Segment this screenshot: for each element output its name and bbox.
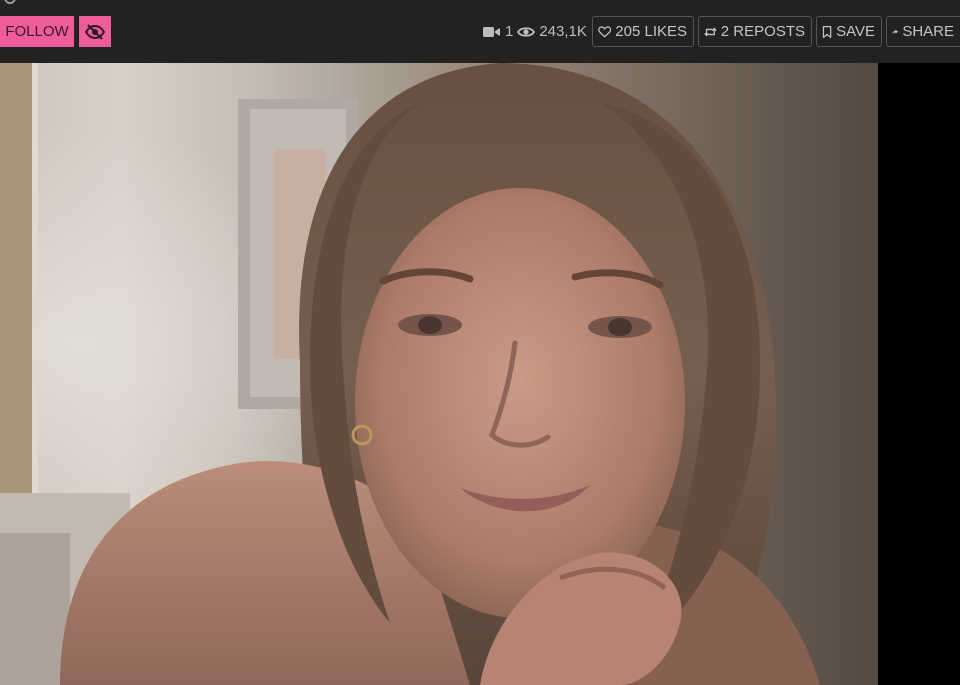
- bookmark-icon: [822, 25, 832, 38]
- reposts-label: 2 REPOSTS: [720, 23, 805, 40]
- views-count: 243,1K: [517, 23, 587, 40]
- save-label: SAVE: [836, 23, 875, 40]
- share-button[interactable]: SHARE: [886, 16, 960, 47]
- share-arrow-icon: [892, 29, 898, 34]
- likes-label: 205 LIKES: [615, 23, 687, 40]
- video-frame-image: [0, 63, 878, 685]
- follow-button[interactable]: FOLLOW: [0, 16, 74, 47]
- avatar-edge: [4, 0, 16, 4]
- reposts-button[interactable]: 2 REPOSTS: [698, 16, 812, 47]
- video-frame: [0, 63, 878, 685]
- save-button[interactable]: SAVE: [816, 16, 882, 47]
- hide-button[interactable]: [79, 16, 111, 47]
- views-count-value: 243,1K: [539, 23, 587, 40]
- video-camera-icon: [483, 26, 500, 37]
- video-count: 1: [483, 23, 513, 40]
- share-label: SHARE: [902, 23, 954, 40]
- eye-icon: [517, 26, 536, 37]
- eye-slash-icon: [85, 23, 105, 40]
- top-bar: FOLLOW 1 243,1K 205 LIKES 2 REPOSTS SAVE…: [0, 0, 960, 63]
- video-player[interactable]: [0, 63, 960, 685]
- stats: 1 243,1K: [483, 16, 587, 47]
- likes-button[interactable]: 205 LIKES: [592, 16, 694, 47]
- repost-icon: [704, 26, 717, 37]
- heart-icon: [598, 25, 612, 37]
- video-count-value: 1: [505, 23, 514, 40]
